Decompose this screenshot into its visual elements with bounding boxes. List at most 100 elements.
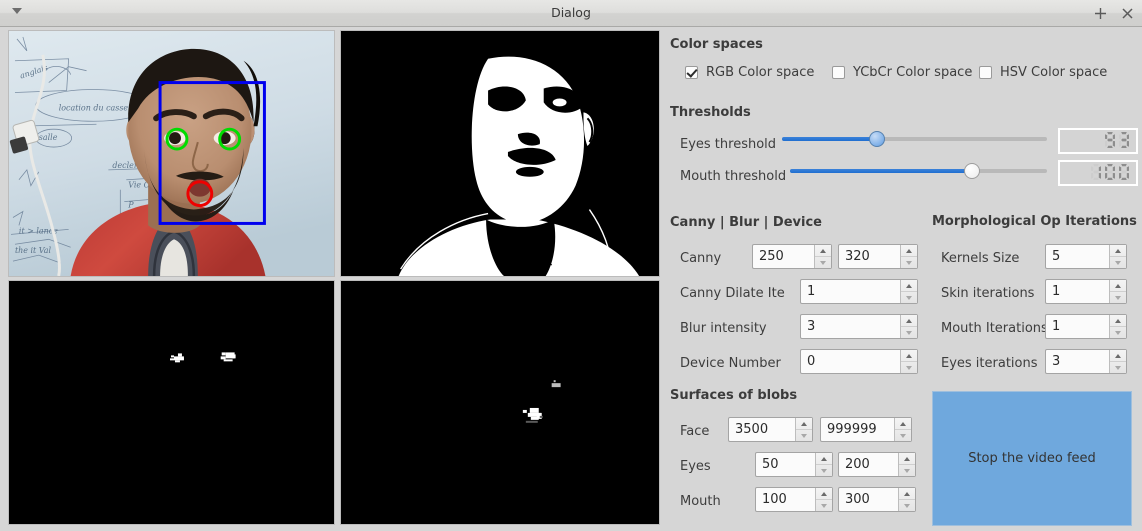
stepper-down-icon[interactable] [1110, 362, 1126, 373]
face-surface-max-spinbox[interactable]: 999999 [820, 417, 912, 442]
stepper-up-icon[interactable] [1110, 245, 1126, 257]
stepper-up-icon[interactable] [901, 350, 917, 362]
stepper-up-icon[interactable] [796, 418, 812, 430]
canny-min-value[interactable]: 250 [753, 245, 814, 268]
canny-dilate-steppers[interactable] [900, 280, 917, 303]
face-surface-min-steppers[interactable] [795, 418, 812, 441]
checkbox-rgb-box[interactable] [685, 66, 698, 79]
checkbox-ycbcr-box[interactable] [832, 66, 845, 79]
device-number-value[interactable]: 0 [801, 350, 900, 373]
skin-mask-image [341, 31, 659, 276]
mouth-iterations-steppers[interactable] [1109, 315, 1126, 338]
checkbox-rgb-color-space[interactable]: RGB Color space [685, 65, 814, 80]
stepper-up-icon[interactable] [899, 453, 915, 465]
blur-intensity-value[interactable]: 3 [801, 315, 900, 338]
title-bar: Dialog [0, 0, 1142, 27]
stepper-down-icon[interactable] [901, 292, 917, 303]
eyes-threshold-display [1058, 128, 1138, 154]
stepper-down-icon[interactable] [901, 327, 917, 338]
mouth-iterations-value[interactable]: 1 [1046, 315, 1109, 338]
checkbox-hsv-color-space[interactable]: HSV Color space [979, 65, 1107, 80]
canny-max-steppers[interactable] [900, 245, 917, 268]
stepper-up-icon[interactable] [1110, 350, 1126, 362]
device-number-steppers[interactable] [900, 350, 917, 373]
device-number-spinbox[interactable]: 0 [800, 349, 918, 374]
stepper-down-icon[interactable] [816, 500, 832, 511]
eyes-iterations-value[interactable]: 3 [1046, 350, 1109, 373]
checkbox-ycbcr-color-space[interactable]: YCbCr Color space [832, 65, 972, 80]
eyes-iterations-spinbox[interactable]: 3 [1045, 349, 1127, 374]
window-buttons [1094, 0, 1134, 26]
eyes-surface-max-steppers[interactable] [898, 453, 915, 476]
eyes-surface-max-spinbox[interactable]: 200 [838, 452, 916, 477]
mouth-surface-max-steppers[interactable] [898, 488, 915, 511]
device-number-label: Device Number [680, 356, 781, 371]
stepper-down-icon[interactable] [1110, 327, 1126, 338]
stepper-down-icon[interactable] [816, 465, 832, 476]
stepper-down-icon[interactable] [796, 430, 812, 441]
mouth-threshold-handle[interactable] [964, 163, 981, 179]
mouth-iterations-spinbox[interactable]: 1 [1045, 314, 1127, 339]
eyes-surface-min-steppers[interactable] [815, 453, 832, 476]
face-surface-max-value[interactable]: 999999 [821, 418, 894, 441]
stepper-up-icon[interactable] [901, 245, 917, 257]
blur-intensity-steppers[interactable] [900, 315, 917, 338]
stepper-down-icon[interactable] [1110, 292, 1126, 303]
mouth-surface-min-steppers[interactable] [815, 488, 832, 511]
skin-iterations-spinbox[interactable]: 1 [1045, 279, 1127, 304]
mouth-surface-max-spinbox[interactable]: 300 [838, 487, 916, 512]
mouth-surface-min-spinbox[interactable]: 100 [755, 487, 833, 512]
canny-dilate-spinbox[interactable]: 1 [800, 279, 918, 304]
skin-iterations-steppers[interactable] [1109, 280, 1126, 303]
svg-text:P: P [127, 201, 134, 210]
stepper-down-icon[interactable] [901, 362, 917, 373]
canny-min-spinbox[interactable]: 250 [752, 244, 832, 269]
maximize-plus-icon[interactable] [1094, 7, 1107, 20]
canny-dilate-value[interactable]: 1 [801, 280, 900, 303]
eyes-threshold-slider[interactable] [782, 130, 1047, 148]
eyes-threshold-handle[interactable] [869, 131, 886, 147]
stepper-down-icon[interactable] [901, 257, 917, 268]
close-x-icon[interactable] [1121, 7, 1134, 20]
stepper-down-icon[interactable] [895, 430, 911, 441]
stepper-up-icon[interactable] [899, 488, 915, 500]
mouth-surface-max-value[interactable]: 300 [839, 488, 898, 511]
blur-intensity-spinbox[interactable]: 3 [800, 314, 918, 339]
kernels-size-spinbox[interactable]: 5 [1045, 244, 1127, 269]
controls-area: Color spaces RGB Color space YCbCr Color… [660, 28, 1142, 531]
stepper-down-icon[interactable] [899, 500, 915, 511]
stepper-up-icon[interactable] [901, 280, 917, 292]
stepper-up-icon[interactable] [1110, 315, 1126, 327]
stepper-up-icon[interactable] [815, 245, 831, 257]
canny-max-value[interactable]: 320 [839, 245, 900, 268]
stepper-down-icon[interactable] [1110, 257, 1126, 268]
skin-mask-preview [340, 30, 660, 277]
skin-iterations-value[interactable]: 1 [1046, 280, 1109, 303]
eyes-surface-max-value[interactable]: 200 [839, 453, 898, 476]
eyes-threshold-label: Eyes threshold [680, 137, 777, 152]
checkbox-hsv-box[interactable] [979, 66, 992, 79]
canny-max-spinbox[interactable]: 320 [838, 244, 918, 269]
face-surface-min-value[interactable]: 3500 [729, 418, 795, 441]
eyes-surface-min-spinbox[interactable]: 50 [755, 452, 833, 477]
eyes-surface-min-value[interactable]: 50 [756, 453, 815, 476]
stepper-up-icon[interactable] [816, 453, 832, 465]
eyes-iterations-steppers[interactable] [1109, 350, 1126, 373]
stepper-up-icon[interactable] [895, 418, 911, 430]
stepper-up-icon[interactable] [901, 315, 917, 327]
stepper-up-icon[interactable] [816, 488, 832, 500]
stepper-up-icon[interactable] [1110, 280, 1126, 292]
kernels-size-steppers[interactable] [1109, 245, 1126, 268]
face-surface-min-spinbox[interactable]: 3500 [728, 417, 813, 442]
stepper-down-icon[interactable] [899, 465, 915, 476]
mouth-surface-min-value[interactable]: 100 [756, 488, 815, 511]
mouth-mask-preview [340, 280, 660, 525]
mouth-threshold-slider[interactable] [790, 162, 1047, 180]
stop-video-feed-button[interactable]: Stop the video feed [932, 391, 1132, 526]
canny-min-steppers[interactable] [814, 245, 831, 268]
checkbox-hsv-label: HSV Color space [1000, 65, 1108, 80]
kernels-size-value[interactable]: 5 [1046, 245, 1109, 268]
face-surface-max-steppers[interactable] [894, 418, 911, 441]
stepper-down-icon[interactable] [815, 257, 831, 268]
mouth-threshold-label: Mouth threshold [680, 169, 787, 184]
